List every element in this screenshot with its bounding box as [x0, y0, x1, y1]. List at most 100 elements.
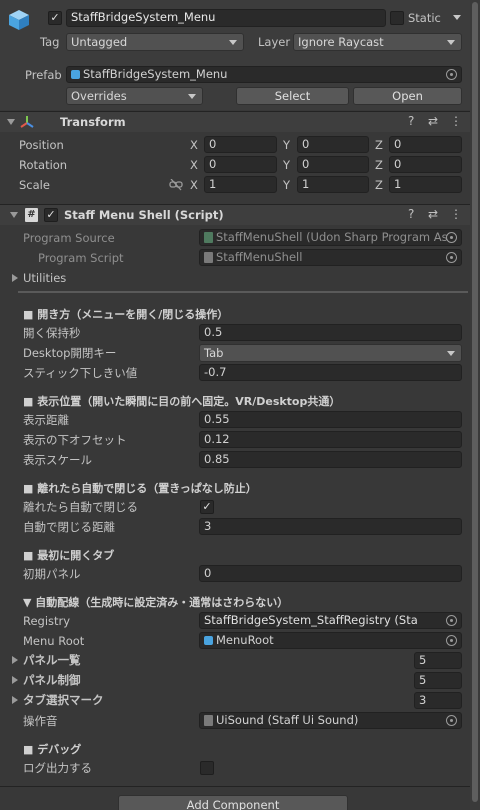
presets-icon[interactable]: ⇄: [428, 111, 438, 131]
position-x-axis[interactable]: X: [190, 137, 198, 153]
more-menu-icon[interactable]: ⋮: [450, 204, 462, 224]
object-name-input[interactable]: StaffBridgeSystem_Menu: [66, 9, 386, 27]
program-script-label: Program Script: [38, 251, 124, 265]
tab-mark-size-input[interactable]: 3: [414, 692, 462, 709]
open-button[interactable]: Open: [353, 87, 462, 105]
utilities-foldout[interactable]: Utilities: [10, 270, 110, 288]
position-z-axis[interactable]: Z: [375, 137, 383, 153]
down-offset-input[interactable]: 0.12: [199, 431, 462, 448]
presets-icon[interactable]: ⇄: [428, 204, 438, 224]
autoclose-distance-label: 自動で閉じる距離: [23, 520, 115, 534]
rotation-y-axis[interactable]: Y: [283, 157, 290, 173]
foldout-arrow-icon[interactable]: [7, 119, 15, 125]
autoclose-enable-checkbox[interactable]: ✓: [200, 500, 214, 514]
down-offset-label: 表示の下オフセット: [23, 433, 127, 447]
scale-z-input[interactable]: 1: [389, 176, 462, 193]
scale-y-axis[interactable]: Y: [283, 177, 290, 193]
add-component-button[interactable]: Add Component: [118, 795, 348, 810]
scale-y-input[interactable]: 1: [297, 176, 369, 193]
foldout-arrow-icon: [12, 656, 18, 664]
object-name-text: StaffBridgeSystem_Menu: [71, 10, 216, 24]
panel-list-size-input[interactable]: 5: [414, 652, 462, 669]
script-enabled-checkbox[interactable]: ✓: [44, 208, 58, 222]
panel-control-size-input[interactable]: 5: [414, 672, 462, 689]
position-x-input[interactable]: 0: [204, 136, 277, 153]
transform-title: Transform: [60, 115, 126, 129]
transform-header[interactable]: Transform ? ⇄ ⋮: [0, 111, 480, 132]
scale-x-input[interactable]: 1: [204, 176, 277, 193]
tag-value: Untagged: [71, 35, 128, 49]
display-distance-label: 表示距離: [23, 413, 69, 427]
sound-field[interactable]: UiSound (Staff Ui Sound): [199, 712, 462, 729]
divider: [0, 786, 480, 787]
rotation-z-input[interactable]: 0: [389, 156, 462, 173]
constrain-proportions-icon[interactable]: [169, 178, 183, 191]
select-button[interactable]: Select: [236, 87, 349, 105]
prefab-field[interactable]: StaffBridgeSystem_Menu: [66, 66, 462, 83]
panel-list-foldout[interactable]: パネル一覧: [10, 652, 210, 670]
tag-dropdown[interactable]: Untagged: [66, 33, 244, 51]
transform-icon: [20, 115, 34, 129]
object-picker-icon[interactable]: [446, 635, 457, 646]
rotation-label: Rotation: [19, 158, 68, 172]
position-y-input[interactable]: 0: [297, 136, 369, 153]
registry-label: Registry: [23, 614, 71, 628]
layer-value: Ignore Raycast: [298, 35, 384, 49]
static-label: Static: [408, 11, 441, 25]
tag-label: Tag: [40, 35, 60, 49]
hold-seconds-label: 開く保持秒: [23, 326, 81, 340]
display-distance-input[interactable]: 0.55: [199, 411, 462, 428]
registry-field[interactable]: StaffBridgeSystem_StaffRegistry (Sta: [199, 612, 462, 629]
udon-program-icon: [204, 232, 213, 243]
static-checkbox[interactable]: [390, 11, 404, 25]
layer-dropdown[interactable]: Ignore Raycast: [293, 33, 462, 51]
sound-label: 操作音: [23, 714, 58, 728]
initial-panel-input[interactable]: 0: [199, 565, 462, 582]
object-picker-icon: [446, 232, 457, 243]
desktop-key-dropdown[interactable]: Tab: [199, 344, 462, 362]
rotation-x-axis[interactable]: X: [190, 157, 198, 173]
object-picker-icon[interactable]: [446, 715, 457, 726]
position-section-header: ■ 表示位置（開いた瞬間に目の前へ固定。VR/Desktop共通）: [23, 395, 341, 408]
desktop-key-label: Desktop開閉キー: [23, 346, 117, 360]
overrides-dropdown[interactable]: Overrides: [66, 87, 203, 105]
menu-root-value: MenuRoot: [216, 633, 274, 647]
log-output-checkbox[interactable]: [200, 761, 214, 775]
program-source-value: StaffMenuShell (Udon Sharp Program As: [216, 230, 448, 244]
initial-panel-label: 初期パネル: [23, 567, 81, 581]
prefab-icon: [71, 70, 80, 79]
prefab-label: Prefab: [25, 68, 62, 82]
static-dropdown-icon[interactable]: [453, 15, 461, 20]
scale-label: Scale: [19, 178, 50, 192]
object-picker-icon[interactable]: [446, 69, 457, 80]
rotation-z-axis[interactable]: Z: [375, 157, 383, 173]
sound-value: UiSound (Staff Ui Sound): [216, 713, 359, 727]
scale-x-axis[interactable]: X: [190, 177, 198, 193]
help-icon[interactable]: ?: [408, 204, 414, 224]
autoclose-distance-input[interactable]: 3: [199, 518, 462, 535]
hold-seconds-input[interactable]: 0.5: [199, 324, 462, 341]
scale-z-axis[interactable]: Z: [375, 177, 383, 193]
display-scale-input[interactable]: 0.85: [199, 451, 462, 468]
position-y-axis[interactable]: Y: [283, 137, 290, 153]
rotation-x-input[interactable]: 0: [204, 156, 277, 173]
tab-mark-foldout[interactable]: タブ選択マーク: [10, 692, 210, 710]
debug-section-header: ■ デバッグ: [23, 743, 82, 756]
foldout-arrow-icon[interactable]: [10, 212, 18, 218]
help-icon[interactable]: ?: [408, 111, 414, 131]
foldout-arrow-icon: [12, 696, 18, 704]
panel-control-foldout[interactable]: パネル制御: [10, 672, 210, 690]
menu-root-field[interactable]: MenuRoot: [199, 632, 462, 649]
overrides-label: Overrides: [71, 89, 127, 103]
stick-threshold-input[interactable]: -0.7: [199, 364, 462, 381]
rotation-y-input[interactable]: 0: [297, 156, 369, 173]
position-z-input[interactable]: 0: [389, 136, 462, 153]
foldout-arrow-icon: [12, 274, 18, 282]
stick-threshold-label: スティック下しきい値: [23, 366, 138, 380]
script-header[interactable]: # ✓ Staff Menu Shell (Script) ? ⇄ ⋮: [0, 204, 480, 225]
divider: [18, 291, 468, 293]
more-menu-icon[interactable]: ⋮: [450, 111, 462, 131]
scrollbar-thumb[interactable]: [472, 2, 478, 802]
object-picker-icon[interactable]: [446, 615, 457, 626]
active-checkbox[interactable]: ✓: [48, 11, 62, 25]
